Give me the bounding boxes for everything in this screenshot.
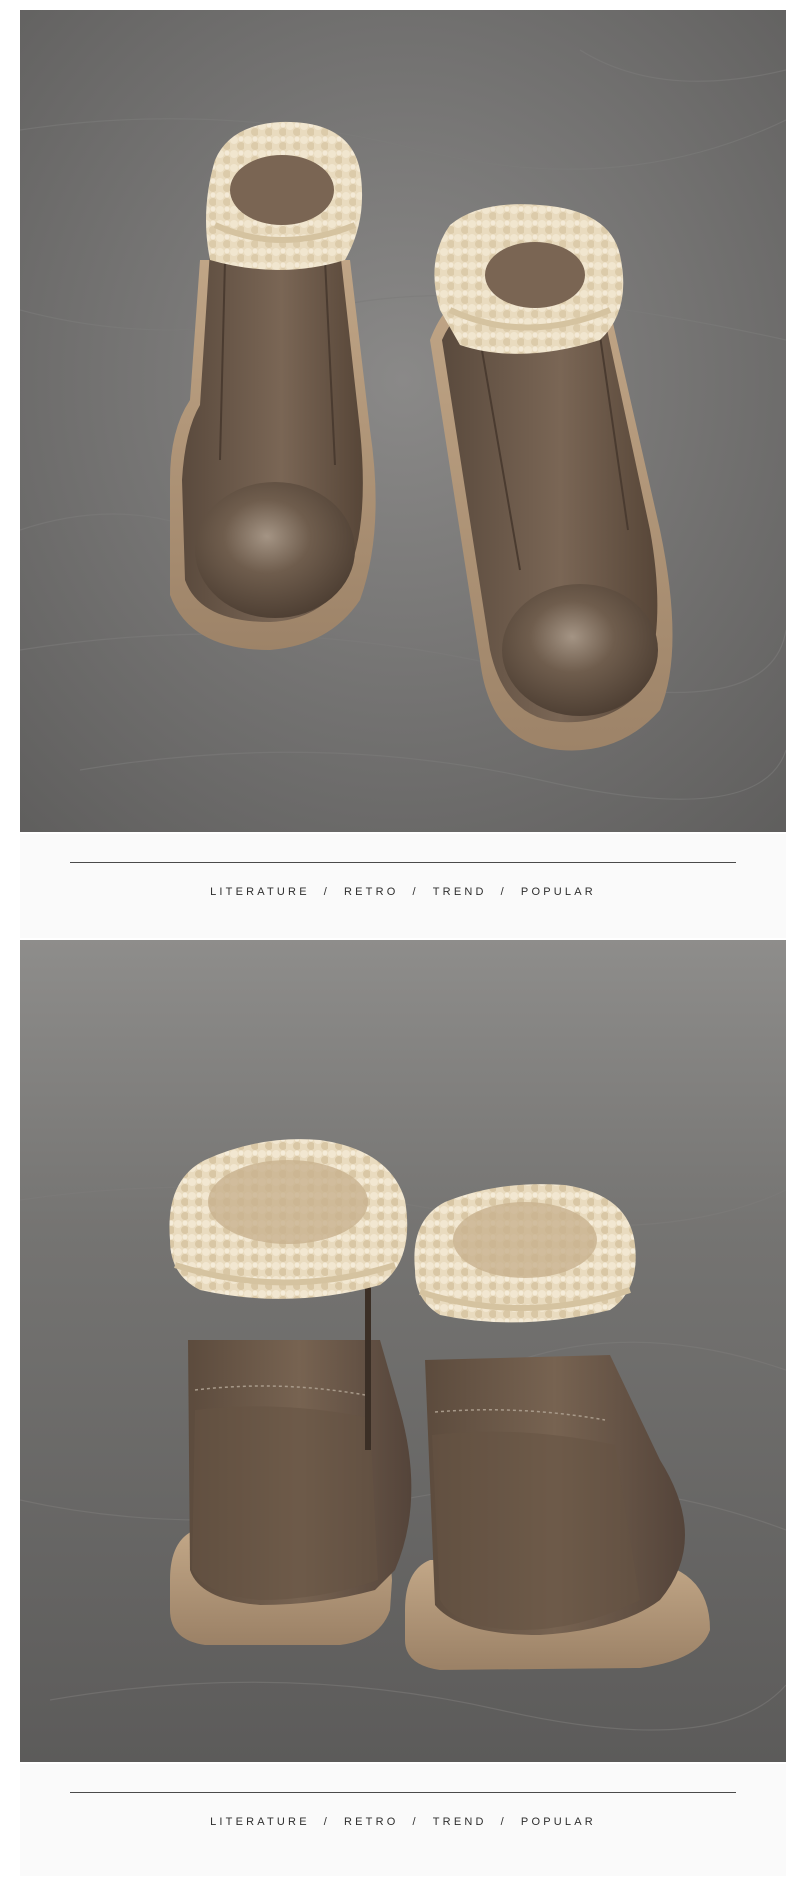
- tagline-word: LITERATURE: [210, 886, 310, 898]
- tagline: LITERATURE / RETRO / TREND / POPULAR: [20, 886, 786, 898]
- boots-front-image: [20, 10, 786, 832]
- tagline-word: POPULAR: [520, 1816, 596, 1828]
- product-photo-front: [20, 10, 786, 832]
- tagline-word: TREND: [432, 886, 487, 898]
- tagline: LITERATURE / RETRO / TREND / POPULAR: [20, 1816, 786, 1828]
- tagline-separator: /: [323, 886, 330, 898]
- tagline-word: RETRO: [344, 886, 399, 898]
- tagline-separator: /: [500, 886, 507, 898]
- tagline-separator: /: [323, 1816, 330, 1828]
- tagline-separator: /: [412, 1816, 419, 1828]
- divider-line: [70, 1792, 736, 1793]
- tagline-separator: /: [412, 886, 419, 898]
- product-photo-rear: [20, 940, 786, 1762]
- boots-rear-image: [20, 940, 786, 1762]
- tagline-word: RETRO: [344, 1816, 399, 1828]
- tagline-band: LITERATURE / RETRO / TREND / POPULAR: [20, 1764, 786, 1876]
- left-boot-rear: [169, 1139, 412, 1645]
- tagline-word: POPULAR: [520, 886, 596, 898]
- tagline-separator: /: [500, 1816, 507, 1828]
- tagline-band: LITERATURE / RETRO / TREND / POPULAR: [20, 834, 786, 938]
- tagline-word: TREND: [432, 1816, 487, 1828]
- divider-line: [70, 862, 736, 863]
- tagline-word: LITERATURE: [210, 1816, 310, 1828]
